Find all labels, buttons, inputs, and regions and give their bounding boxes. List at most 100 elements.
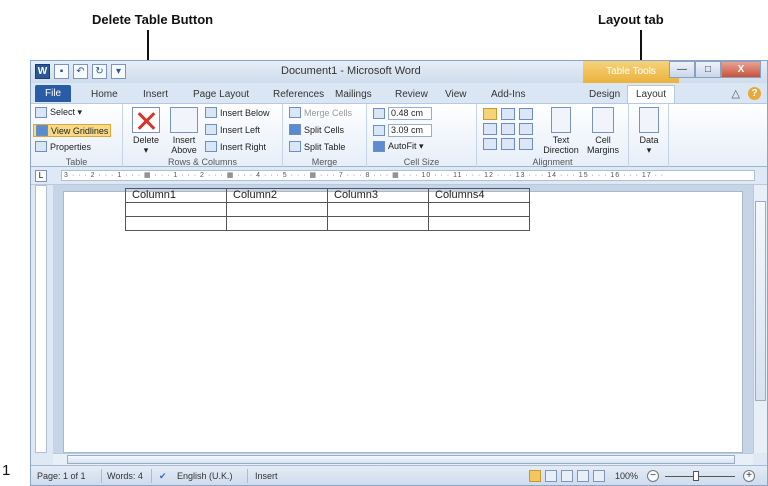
tab-home[interactable]: Home — [91, 86, 118, 103]
table-cell[interactable] — [226, 202, 328, 217]
text-direction-label-line1: Text — [552, 135, 570, 145]
status-divider — [247, 469, 248, 483]
row-height-icon — [373, 108, 385, 119]
table-cell[interactable] — [428, 216, 530, 231]
insert-right-button[interactable]: Insert Right — [205, 141, 266, 152]
table-cell[interactable]: Column3 — [327, 188, 429, 203]
save-icon[interactable]: ▪ — [54, 64, 69, 79]
align-center-icon[interactable] — [501, 123, 515, 135]
tab-file[interactable]: File — [35, 85, 72, 102]
align-top-center-icon[interactable] — [501, 108, 515, 120]
tab-view[interactable]: View — [445, 86, 467, 103]
cell-margins-icon — [592, 107, 614, 133]
column-width-value[interactable]: 3.09 cm — [388, 124, 432, 137]
table-cell[interactable] — [125, 202, 227, 217]
zoom-out-button[interactable]: − — [647, 470, 659, 482]
full-screen-reading-view-icon[interactable] — [545, 470, 557, 482]
align-center-right-icon[interactable] — [519, 123, 533, 135]
delete-dropdown-arrow: ▾ — [143, 145, 149, 155]
insert-below-label: Insert Below — [220, 107, 270, 118]
zoom-level[interactable]: 100% — [615, 471, 638, 481]
draft-view-icon[interactable] — [593, 470, 605, 482]
web-layout-view-icon[interactable] — [561, 470, 573, 482]
align-bottom-right-icon[interactable] — [519, 138, 533, 150]
horizontal-scrollbar[interactable] — [53, 453, 753, 465]
autofit-button[interactable]: AutoFit ▾ — [373, 141, 424, 152]
proofing-icon[interactable]: ✔ — [159, 471, 167, 482]
zoom-in-button[interactable]: + — [743, 470, 755, 482]
merge-cells-icon — [289, 107, 301, 118]
row-height-field[interactable]: 0.48 cm — [373, 107, 432, 120]
tab-page-layout[interactable]: Page Layout — [193, 86, 249, 103]
word-app-icon[interactable]: W — [35, 64, 50, 79]
tab-design[interactable]: Design — [589, 86, 620, 103]
tab-references[interactable]: References — [273, 86, 324, 103]
zoom-slider-knob[interactable] — [693, 471, 699, 481]
cell-margins-label-line2: Margins — [586, 145, 619, 155]
autofit-label: AutoFit ▾ — [388, 141, 424, 151]
table-cell[interactable]: Column2 — [226, 188, 328, 203]
tab-add-ins[interactable]: Add-Ins — [491, 86, 525, 103]
zoom-slider-track[interactable] — [665, 476, 735, 477]
insert-below-icon — [205, 107, 217, 118]
table-cell[interactable]: Column1 — [125, 188, 227, 203]
insert-left-button[interactable]: Insert Left — [205, 124, 260, 135]
row-height-value[interactable]: 0.48 cm — [388, 107, 432, 120]
properties-icon — [35, 141, 47, 152]
text-direction-button[interactable]: Text Direction — [541, 107, 581, 155]
column-width-field[interactable]: 3.09 cm — [373, 124, 432, 137]
delete-button[interactable]: Delete ▾ — [129, 107, 163, 156]
minimize-button[interactable]: — — [669, 61, 695, 78]
close-button[interactable]: X — [721, 61, 761, 78]
insert-mode-indicator[interactable]: Insert — [255, 471, 278, 481]
customize-qat-icon[interactable]: ▾ — [111, 64, 126, 79]
language-indicator[interactable]: English (U.K.) — [177, 471, 233, 481]
document-table[interactable]: Column1 Column2 Column3 Columns4 — [125, 188, 530, 231]
cell-margins-button[interactable]: Cell Margins — [583, 107, 623, 155]
properties-button[interactable]: Properties — [35, 141, 91, 152]
insert-left-icon — [205, 124, 217, 135]
status-divider — [151, 469, 152, 483]
insert-above-button[interactable]: Insert Above — [167, 107, 201, 155]
vertical-scroll-thumb[interactable] — [755, 201, 766, 401]
table-cell[interactable] — [327, 202, 429, 217]
print-layout-view-icon[interactable] — [529, 470, 541, 482]
align-bottom-center-icon[interactable] — [501, 138, 515, 150]
tab-insert[interactable]: Insert — [143, 86, 168, 103]
undo-icon[interactable]: ↶ — [73, 64, 88, 79]
page-count[interactable]: Page: 1 of 1 — [37, 471, 86, 481]
align-top-left-icon[interactable] — [483, 108, 497, 120]
split-table-button[interactable]: Split Table — [289, 141, 345, 152]
word-count[interactable]: Words: 4 — [107, 471, 143, 481]
vertical-ruler — [35, 185, 47, 453]
data-button[interactable]: Data ▾ — [633, 107, 665, 156]
table-cell[interactable] — [428, 202, 530, 217]
horizontal-scroll-thumb[interactable] — [67, 455, 735, 464]
maximize-button[interactable]: □ — [695, 61, 721, 78]
table-cell[interactable]: Columns4 — [428, 188, 530, 203]
redo-icon[interactable]: ↻ — [92, 64, 107, 79]
tab-layout[interactable]: Layout — [627, 85, 676, 103]
vertical-scrollbar[interactable] — [753, 185, 767, 453]
select-button[interactable]: Select ▾ — [35, 107, 82, 118]
gridlines-icon — [36, 125, 48, 136]
tab-selector[interactable]: L — [35, 170, 47, 182]
split-cells-icon — [289, 124, 301, 135]
minimize-ribbon-icon[interactable]: △ — [732, 87, 740, 100]
view-gridlines-button[interactable]: View Gridlines — [33, 124, 112, 137]
table-cell[interactable] — [125, 216, 227, 231]
align-bottom-left-icon[interactable] — [483, 138, 497, 150]
align-center-left-icon[interactable] — [483, 123, 497, 135]
tab-mailings[interactable]: Mailings — [335, 86, 372, 103]
table-cell[interactable] — [226, 216, 328, 231]
tab-review[interactable]: Review — [395, 86, 428, 103]
outline-view-icon[interactable] — [577, 470, 589, 482]
data-dropdown-arrow: ▾ — [646, 145, 652, 155]
insert-below-button[interactable]: Insert Below — [205, 107, 270, 118]
split-cells-button[interactable]: Split Cells — [289, 124, 344, 135]
ruler-scale[interactable]: 3 · · · 2 · · · 1 · · · ▦ · · · 1 · · · … — [61, 170, 755, 181]
table-cell[interactable] — [327, 216, 429, 231]
align-top-right-icon[interactable] — [519, 108, 533, 120]
merge-cells-button[interactable]: Merge Cells — [289, 107, 352, 118]
help-icon[interactable]: ? — [748, 87, 761, 100]
